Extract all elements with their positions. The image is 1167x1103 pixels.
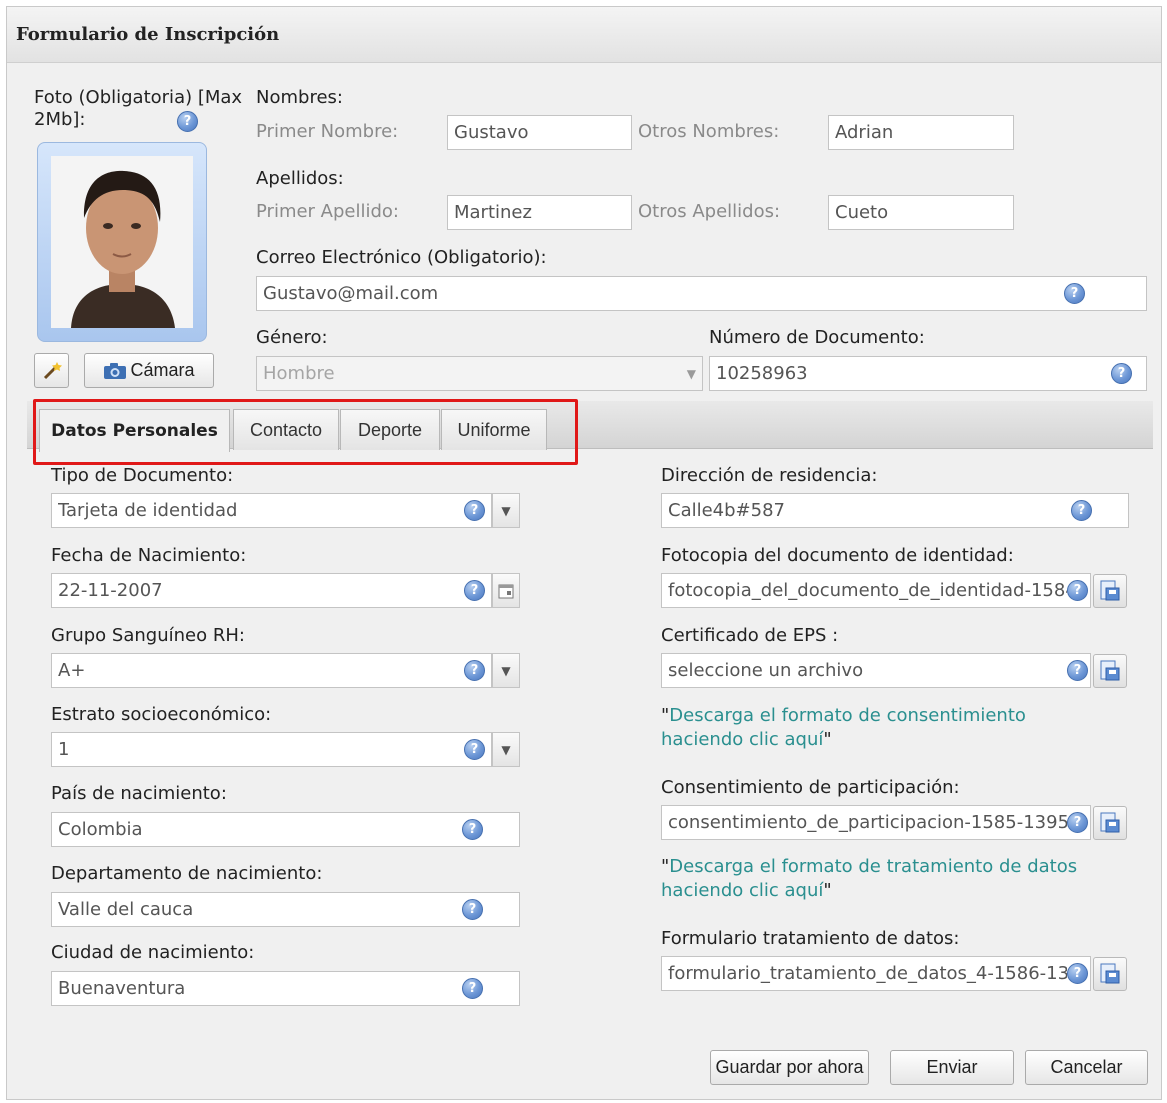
camera-button[interactable]: Cámara bbox=[84, 353, 214, 388]
file-upload-icon bbox=[1100, 580, 1120, 601]
save-draft-button[interactable]: Guardar por ahora bbox=[710, 1050, 869, 1085]
consent-upload-button[interactable] bbox=[1093, 806, 1127, 840]
surnames-heading: Apellidos: bbox=[256, 168, 344, 189]
document-number-label: Número de Documento: bbox=[709, 327, 925, 348]
doc-type-dropdown-button[interactable]: ▼ bbox=[492, 493, 520, 528]
file-upload-icon bbox=[1100, 812, 1120, 833]
help-icon[interactable]: ? bbox=[177, 111, 198, 132]
data-form-label: Formulario tratamiento de datos: bbox=[661, 928, 960, 949]
tab-uniforme[interactable]: Uniforme bbox=[441, 409, 547, 450]
user-photo bbox=[51, 156, 193, 328]
help-icon[interactable]: ? bbox=[462, 978, 483, 999]
tab-bar: Datos Personales Contacto Deporte Unifor… bbox=[27, 401, 1153, 452]
consent-download-link[interactable]: "Descarga el formato de consentimiento h… bbox=[661, 704, 1111, 752]
chevron-down-icon: ▼ bbox=[501, 503, 511, 518]
other-names-label: Otros Nombres: bbox=[638, 121, 780, 142]
data-form-file-input[interactable]: formulario_tratamiento_de_datos_4-1586-1… bbox=[661, 956, 1091, 991]
id-copy-file-input[interactable]: fotocopia_del_documento_de_identidad-158… bbox=[661, 573, 1091, 608]
birth-country-label: País de nacimiento: bbox=[51, 783, 227, 804]
consent-label: Consentimiento de participación: bbox=[661, 777, 960, 798]
birth-city-input[interactable]: Buenaventura ? bbox=[51, 971, 520, 1006]
tab-deporte[interactable]: Deporte bbox=[340, 409, 440, 450]
photo-label: Foto (Obligatoria) [Max 2Mb]: bbox=[34, 87, 243, 130]
help-icon[interactable]: ? bbox=[1111, 363, 1132, 384]
data-form-upload-button[interactable] bbox=[1093, 957, 1127, 991]
stratum-select[interactable]: 1 ? bbox=[51, 732, 492, 767]
help-icon[interactable]: ? bbox=[464, 739, 485, 760]
gender-select[interactable]: Hombre ▼ bbox=[256, 356, 703, 391]
email-label: Correo Electrónico (Obligatorio): bbox=[256, 247, 547, 268]
id-copy-label: Fotocopia del documento de identidad: bbox=[661, 545, 1014, 566]
cancel-button[interactable]: Cancelar bbox=[1025, 1050, 1148, 1085]
consent-file-input[interactable]: consentimiento_de_participacion-1585-139… bbox=[661, 805, 1091, 840]
help-icon[interactable]: ? bbox=[1064, 283, 1085, 304]
doc-type-label: Tipo de Documento: bbox=[51, 465, 234, 486]
help-icon[interactable]: ? bbox=[1071, 500, 1092, 521]
doc-type-select[interactable]: Tarjeta de identidad ? bbox=[51, 493, 492, 528]
help-icon[interactable]: ? bbox=[1067, 812, 1088, 833]
eps-cert-upload-button[interactable] bbox=[1093, 654, 1127, 688]
email-input[interactable]: Gustavo@mail.com ? bbox=[256, 276, 1147, 311]
help-icon[interactable]: ? bbox=[464, 500, 485, 521]
birth-city-label: Ciudad de nacimiento: bbox=[51, 942, 255, 963]
stratum-label: Estrato socioeconómico: bbox=[51, 704, 272, 725]
file-upload-icon bbox=[1100, 963, 1120, 984]
camera-icon bbox=[104, 362, 127, 379]
other-surnames-input[interactable]: Cueto bbox=[828, 195, 1014, 230]
birth-date-calendar-button[interactable] bbox=[492, 573, 520, 608]
help-icon[interactable]: ? bbox=[1067, 963, 1088, 984]
send-button[interactable]: Enviar bbox=[890, 1050, 1014, 1085]
magic-wand-button[interactable] bbox=[34, 353, 69, 388]
other-names-input[interactable]: Adrian bbox=[828, 115, 1014, 150]
other-surnames-label: Otros Apellidos: bbox=[638, 201, 781, 222]
first-name-input[interactable]: Gustavo bbox=[447, 115, 632, 150]
address-label: Dirección de residencia: bbox=[661, 465, 878, 486]
help-icon[interactable]: ? bbox=[462, 819, 483, 840]
tab-contacto[interactable]: Contacto bbox=[233, 409, 339, 450]
enrollment-form-window: Formulario de Inscripción Foto (Obligato… bbox=[6, 6, 1162, 1100]
eps-cert-file-input[interactable]: seleccione un archivo ? bbox=[661, 653, 1091, 688]
blood-group-dropdown-button[interactable]: ▼ bbox=[492, 653, 520, 688]
calendar-icon bbox=[498, 584, 514, 598]
blood-group-select[interactable]: A+ ? bbox=[51, 653, 492, 688]
first-surname-label: Primer Apellido: bbox=[256, 201, 399, 222]
gender-label: Género: bbox=[256, 327, 328, 348]
address-input[interactable]: Calle4b#587 ? bbox=[661, 493, 1129, 528]
chevron-down-icon: ▼ bbox=[501, 742, 511, 757]
help-icon[interactable]: ? bbox=[462, 899, 483, 920]
first-surname-input[interactable]: Martinez bbox=[447, 195, 632, 230]
tab-datos-personales[interactable]: Datos Personales bbox=[39, 409, 230, 452]
help-icon[interactable]: ? bbox=[1067, 660, 1088, 681]
birth-department-label: Departamento de nacimiento: bbox=[51, 863, 323, 884]
birth-date-input[interactable]: 22-11-2007 ? bbox=[51, 573, 492, 608]
help-icon[interactable]: ? bbox=[464, 580, 485, 601]
camera-label: Cámara bbox=[130, 360, 195, 380]
document-number-input[interactable]: 10258963 ? bbox=[709, 356, 1147, 391]
chevron-down-icon: ▼ bbox=[501, 663, 511, 678]
help-icon[interactable]: ? bbox=[1067, 580, 1088, 601]
first-name-label: Primer Nombre: bbox=[256, 121, 399, 142]
photo-frame[interactable] bbox=[37, 142, 207, 342]
data-treatment-download-link[interactable]: "Descarga el formato de tratamiento de d… bbox=[661, 855, 1111, 903]
chevron-down-icon: ▼ bbox=[686, 366, 696, 381]
magic-wand-icon bbox=[43, 361, 62, 379]
id-copy-upload-button[interactable] bbox=[1093, 574, 1127, 608]
window-title: Formulario de Inscripción bbox=[7, 7, 1161, 63]
help-icon[interactable]: ? bbox=[464, 660, 485, 681]
birth-country-input[interactable]: Colombia ? bbox=[51, 812, 520, 847]
stratum-dropdown-button[interactable]: ▼ bbox=[492, 732, 520, 767]
names-heading: Nombres: bbox=[256, 87, 343, 108]
eps-cert-label: Certificado de EPS : bbox=[661, 625, 839, 646]
blood-group-label: Grupo Sanguíneo RH: bbox=[51, 625, 245, 646]
file-upload-icon bbox=[1100, 660, 1120, 681]
birth-department-input[interactable]: Valle del cauca ? bbox=[51, 892, 520, 927]
birth-date-label: Fecha de Nacimiento: bbox=[51, 545, 247, 566]
